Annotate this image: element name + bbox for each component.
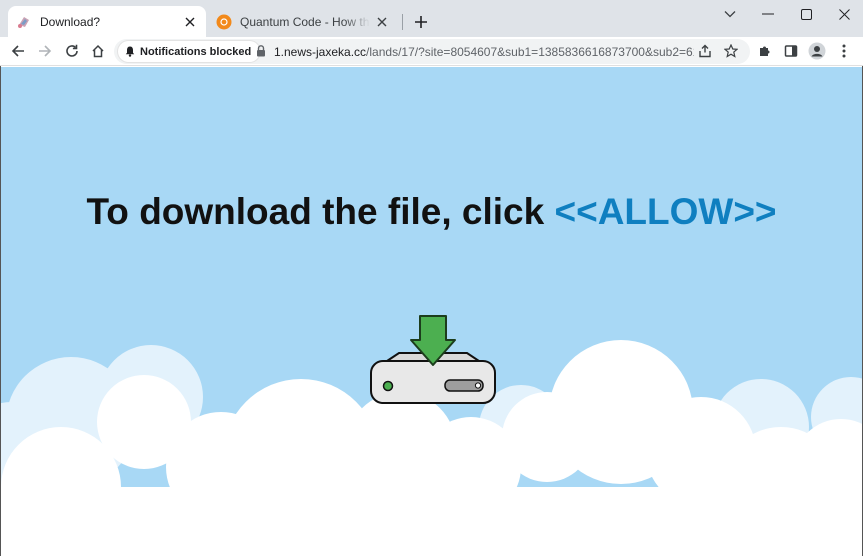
minimize-button[interactable] bbox=[749, 0, 787, 28]
plus-icon bbox=[415, 16, 427, 28]
maximize-icon bbox=[800, 8, 812, 20]
home-icon bbox=[92, 44, 104, 58]
tab-strip: Download? Quantum Code - How the system bbox=[0, 0, 863, 37]
home-button[interactable] bbox=[87, 40, 109, 62]
browser-window: Download? Quantum Code - How the system bbox=[0, 0, 863, 556]
kebab-menu-icon bbox=[842, 44, 846, 58]
forward-button[interactable] bbox=[34, 40, 56, 62]
lock-icon[interactable] bbox=[254, 44, 268, 58]
share-icon bbox=[699, 44, 711, 58]
minimize-icon bbox=[762, 13, 774, 15]
close-window-button[interactable] bbox=[825, 0, 863, 28]
profile-button[interactable] bbox=[806, 40, 828, 62]
headline-text: To download the file, click bbox=[86, 191, 555, 232]
side-panel-button[interactable] bbox=[780, 40, 802, 62]
chevron-down-icon bbox=[724, 11, 736, 18]
notification-chip-label: Notifications blocked bbox=[140, 45, 252, 58]
reload-icon bbox=[66, 44, 78, 57]
new-tab-button[interactable] bbox=[410, 11, 432, 33]
quantum-favicon-icon bbox=[216, 14, 232, 29]
bell-icon bbox=[125, 46, 135, 57]
address-bar[interactable]: Notifications blocked 1.news-jaxeka.cc/l… bbox=[114, 39, 750, 64]
download-headline: To download the file, click <<ALLOW>> bbox=[1, 191, 862, 233]
url-path: /lands/17/?site=8054607&sub1=13858366168… bbox=[366, 45, 694, 59]
bookmark-button[interactable] bbox=[720, 40, 742, 62]
tab-download[interactable]: Download? bbox=[8, 6, 206, 37]
tab-quantum-code[interactable]: Quantum Code - How the system bbox=[208, 6, 398, 37]
url-text[interactable]: 1.news-jaxeka.cc/lands/17/?site=8054607&… bbox=[274, 45, 694, 59]
avatar-icon bbox=[808, 42, 826, 60]
star-icon bbox=[724, 44, 738, 58]
arrow-left-icon bbox=[11, 45, 24, 57]
clouds-background bbox=[1, 340, 862, 555]
tab-title: Quantum Code - How the system bbox=[240, 14, 370, 29]
maximize-button[interactable] bbox=[787, 0, 825, 28]
window-border-left bbox=[0, 66, 1, 556]
extensions-button[interactable] bbox=[754, 40, 776, 62]
url-host: 1.news-jaxeka.cc bbox=[274, 45, 367, 59]
close-tab-icon[interactable] bbox=[374, 14, 390, 30]
arrow-right-icon bbox=[39, 45, 52, 57]
tab-separator bbox=[402, 14, 403, 30]
close-tab-icon[interactable] bbox=[182, 14, 198, 30]
close-icon bbox=[838, 8, 850, 20]
browser-toolbar: Notifications blocked 1.news-jaxeka.cc/l… bbox=[0, 37, 863, 66]
share-button[interactable] bbox=[694, 40, 716, 62]
notifications-blocked-chip[interactable]: Notifications blocked bbox=[118, 41, 261, 62]
side-panel-icon bbox=[784, 45, 798, 57]
page-viewport: To download the file, click <<ALLOW>> bbox=[1, 67, 862, 555]
back-button[interactable] bbox=[7, 40, 29, 62]
puzzle-favicon-icon bbox=[18, 16, 29, 28]
allow-accent-text: <<ALLOW>> bbox=[554, 191, 777, 232]
puzzle-icon bbox=[760, 46, 770, 56]
tab-title: Download? bbox=[40, 14, 101, 29]
menu-button[interactable] bbox=[833, 40, 855, 62]
reload-button[interactable] bbox=[61, 40, 83, 62]
tab-search-button[interactable] bbox=[711, 0, 749, 28]
hard-drive-download-icon bbox=[370, 315, 496, 404]
